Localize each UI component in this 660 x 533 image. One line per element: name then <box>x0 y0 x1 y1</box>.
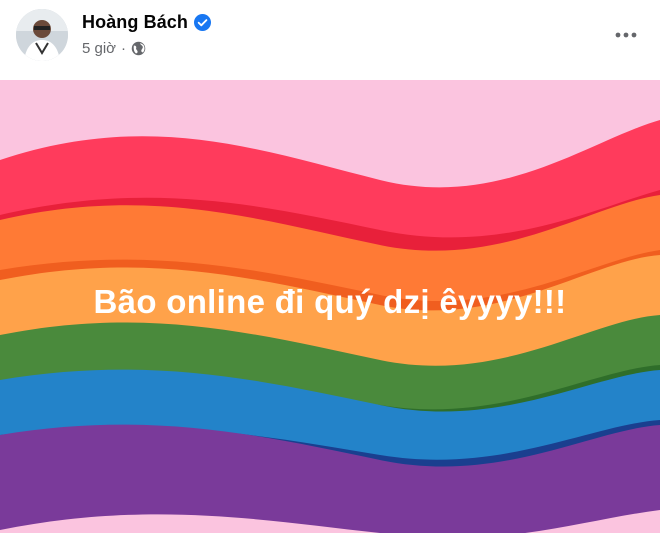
meta-separator: · <box>121 40 127 57</box>
post-background: Bão online đi quý dzị êyyyy!!! <box>0 80 660 533</box>
post-header: Hoàng Bách 5 giờ · <box>0 0 660 80</box>
verified-badge-icon <box>194 14 212 31</box>
avatar-photo <box>16 9 68 61</box>
post-meta: 5 giờ · <box>82 40 146 57</box>
timestamp[interactable]: 5 giờ <box>82 40 116 57</box>
author-row: Hoàng Bách <box>82 12 212 33</box>
more-options-button[interactable] <box>608 17 644 53</box>
avatar[interactable] <box>16 9 68 61</box>
author-name[interactable]: Hoàng Bách <box>82 12 188 33</box>
globe-icon[interactable] <box>131 41 146 56</box>
post-text: Bão online đi quý dzị êyyyy!!! <box>93 283 567 320</box>
more-options-icon <box>615 32 637 38</box>
